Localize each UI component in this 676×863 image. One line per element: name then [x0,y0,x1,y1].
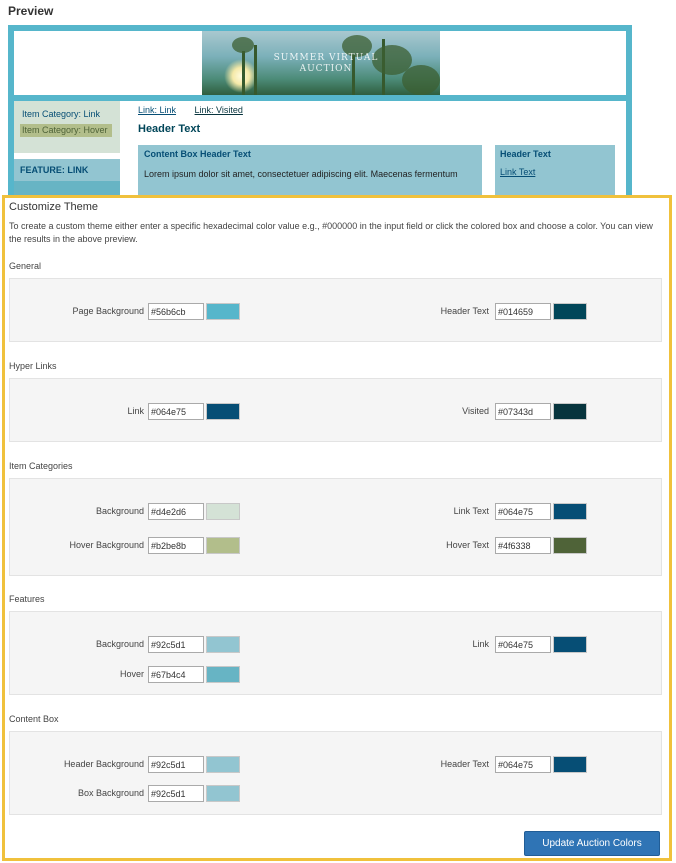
features-hover-label: Hover [119,669,144,679]
side-box-header: Header Text [500,149,551,159]
item-category-hover[interactable]: Item Category: Hover [20,124,112,137]
preview-header-text: Header Text [138,123,201,135]
feature-hover [14,181,120,195]
item-category-box: Item Category: Link Item Category: Hover [14,101,120,153]
category-hover-text-label: Hover Text [446,540,489,550]
content-box-background-input[interactable] [148,785,204,802]
link-label: Link [127,406,144,416]
customize-theme-section: Customize Theme To create a custom theme… [2,195,672,861]
banner-image: SUMMER VIRTUAL AUCTION [202,31,440,95]
features-hover-swatch[interactable] [206,666,240,683]
features-link-input[interactable] [495,636,551,653]
category-link-text-input[interactable] [495,503,551,520]
content-header-text-label: Header Text [440,759,489,769]
section-title-item-categories: Item Categories [9,461,73,471]
banner-text-line: SUMMER VIRTUAL [273,53,379,63]
preview-body: Item Category: Link Item Category: Hover… [14,101,626,195]
category-hover-text-input[interactable] [495,537,551,554]
section-title-general: General [9,261,42,271]
page-background-swatch[interactable] [206,303,240,320]
item-category-link[interactable]: Item Category: Link [22,109,100,119]
category-background-swatch[interactable] [206,503,240,520]
panel-hyper-links: Link Visited [9,378,662,442]
section-title-content-box: Content Box [9,714,59,724]
header-text-swatch[interactable] [553,303,587,320]
feature-link[interactable]: FEATURE: LINK [20,165,88,175]
preview-frame: SUMMER VIRTUAL AUCTION Item Category: Li… [8,25,632,195]
visited-swatch[interactable] [553,403,587,420]
section-title-hyper-links: Hyper Links [9,361,57,371]
section-title-features: Features [9,594,45,604]
banner-text-line: AUCTION [299,64,353,74]
leaf-cluster [232,37,254,53]
content-box-header: Content Box Header Text [144,149,251,159]
content-header-background-input[interactable] [148,756,204,773]
category-link-text-label: Link Text [453,506,489,516]
side-box: Header Text Link Text [495,145,615,195]
customize-title: Customize Theme [9,201,99,213]
category-hover-background-label: Hover Background [69,540,144,550]
content-header-text-input[interactable] [495,756,551,773]
content-box-body: Lorem ipsum dolor sit amet, consectetuer… [142,165,478,195]
banner-text: SUMMER VIRTUAL AUCTION [266,53,386,75]
category-background-input[interactable] [148,503,204,520]
features-link-label: Link [472,639,489,649]
update-auction-colors-button[interactable]: Update Auction Colors [524,831,660,856]
customize-description: To create a custom theme either enter a … [9,221,653,244]
panel-item-categories: Background Link Text Hover Background Ho… [9,478,662,576]
category-hover-text-swatch[interactable] [553,537,587,554]
preview-link[interactable]: Link: Link [138,105,176,115]
content-box-text: Lorem ipsum dolor sit amet, consectetuer… [144,169,458,179]
panel-general: Page Background Header Text [9,278,662,342]
features-background-label: Background [95,639,144,649]
content-header-text-swatch[interactable] [553,756,587,773]
preview-visited-link[interactable]: Link: Visited [195,105,243,115]
side-box-link[interactable]: Link Text [500,167,535,177]
page-background-label: Page Background [72,306,144,316]
category-link-text-swatch[interactable] [553,503,587,520]
sun-glow [224,59,258,93]
content-header-background-swatch[interactable] [206,756,240,773]
content-box: Content Box Header Text Lorem ipsum dolo… [138,145,482,195]
leaf-cluster [402,65,440,95]
category-hover-background-swatch[interactable] [206,537,240,554]
panel-content-box: Header Background Header Text Box Backgr… [9,731,662,815]
preview-links: Link: Link Link: Visited [138,105,243,115]
plant-stem [242,51,245,95]
page-background-input[interactable] [148,303,204,320]
visited-input[interactable] [495,403,551,420]
category-background-label: Background [95,506,144,516]
link-input[interactable] [148,403,204,420]
feature-box: FEATURE: LINK [14,159,120,195]
visited-label: Visited [462,406,489,416]
preview-title: Preview [8,4,54,18]
header-text-input[interactable] [495,303,551,320]
content-header-background-label: Header Background [63,759,144,769]
preview-header: SUMMER VIRTUAL AUCTION [14,31,626,95]
content-box-background-swatch[interactable] [206,785,240,802]
panel-features: Background Link Hover [9,611,662,695]
header-text-label: Header Text [440,306,489,316]
content-box-background-label: Box Background [77,788,144,798]
link-swatch[interactable] [206,403,240,420]
features-hover-input[interactable] [148,666,204,683]
plant-stem [254,45,257,95]
features-background-input[interactable] [148,636,204,653]
features-link-swatch[interactable] [553,636,587,653]
features-background-swatch[interactable] [206,636,240,653]
category-hover-background-input[interactable] [148,537,204,554]
